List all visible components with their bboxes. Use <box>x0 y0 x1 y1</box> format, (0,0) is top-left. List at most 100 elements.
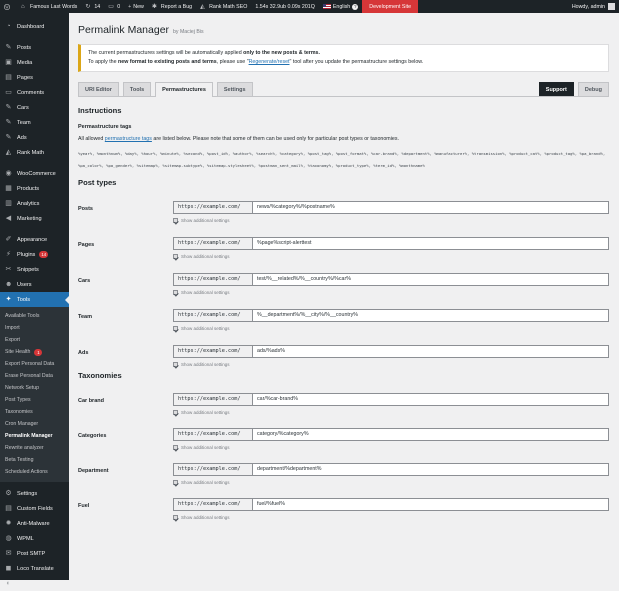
submenu-item-permalink-manager[interactable]: Permalink Manager <box>0 430 69 442</box>
sidebar-item-dashboard[interactable]: ◔ Dashboard <box>0 19 69 34</box>
instructions-text-part: are listed below. Please note that some … <box>151 136 399 142</box>
sidebar-item-team[interactable]: ✎ Team <box>0 115 69 130</box>
sidebar-item-wpml[interactable]: ◍ WPML <box>0 531 69 546</box>
language-switcher[interactable]: English ? <box>319 0 362 13</box>
submenu-item-scheduled-actions[interactable]: Scheduled Actions <box>0 466 69 478</box>
updates-link[interactable]: ↻ 14 <box>81 0 104 13</box>
sidebar-item-marketing[interactable]: ◀ Marketing <box>0 211 69 226</box>
permastructure-tag: %author% <box>232 151 252 156</box>
permastructure-tags-link[interactable]: permastructure tags <box>105 136 152 142</box>
sidebar-item-posts[interactable]: ✎ Posts <box>0 40 69 55</box>
show-additional-settings-label: Show additional settings <box>181 515 230 520</box>
sidebar-item-loco-translate[interactable]: ◼ Loco Translate <box>0 561 69 576</box>
submenu-item-export-personal-data[interactable]: Export Personal Data <box>0 358 69 370</box>
plugin-author: by Maciej Bis <box>173 29 204 35</box>
sidebar-item-appearance[interactable]: ✐ Appearance <box>0 232 69 247</box>
show-additional-settings-toggle[interactable]: Show additional settings <box>173 254 609 259</box>
sidebar-item-snippets[interactable]: ✂ Snippets <box>0 262 69 277</box>
submenu-item-post-types[interactable]: Post Types <box>0 394 69 406</box>
show-additional-settings-toggle[interactable]: Show additional settings <box>173 362 609 367</box>
tab-settings[interactable]: Settings <box>216 82 253 96</box>
tab-uri-editor[interactable]: URI Editor <box>78 82 119 96</box>
permastructure-input-cars[interactable]: test/%__related%/%__country%/%car% <box>252 273 609 286</box>
sidebar-item-custom-fields[interactable]: ▤ Custom Fields <box>0 501 69 516</box>
collapse-icon: ◐ <box>6 580 11 587</box>
url-prefix: https://example.com/ <box>173 237 252 250</box>
submenu-item-import[interactable]: Import <box>0 322 69 334</box>
submenu-item-site-health[interactable]: Site Health 1 <box>0 346 69 358</box>
sidebar-item-rank-math[interactable]: ◭ Rank Math <box>0 145 69 160</box>
sidebar-item-products[interactable]: ▦ Products <box>0 181 69 196</box>
sidebar-item-anti-malware[interactable]: ✹ Anti-Malware <box>0 516 69 531</box>
show-additional-settings-toggle[interactable]: Show additional settings <box>173 480 609 485</box>
regenerate-reset-link[interactable]: Regenerate/reset <box>249 59 290 65</box>
submenu-item-taxonomies[interactable]: Taxonomies <box>0 406 69 418</box>
tab-support[interactable]: Support <box>538 82 574 96</box>
sidebar-item-collapse-menu[interactable]: ◐ Collapse menu <box>0 576 69 591</box>
site-name-link[interactable]: ⌂ Famous Last Words <box>17 0 81 13</box>
show-additional-settings-toggle[interactable]: Show additional settings <box>173 515 609 520</box>
sidebar-item-media[interactable]: ▣ Media <box>0 55 69 70</box>
tab-tools[interactable]: Tools <box>122 82 152 96</box>
sidebar-item-tools[interactable]: ✦ Tools <box>0 292 69 307</box>
development-site-badge[interactable]: Development Site <box>362 0 419 13</box>
tab-permastructures[interactable]: Permastructures <box>155 82 213 97</box>
row-field: https://example.com/news/%category%/%pos… <box>173 201 609 223</box>
sidebar-item-cars[interactable]: ✎ Cars <box>0 100 69 115</box>
permastructure-input-car-brand[interactable]: car/%car-brand% <box>252 393 609 406</box>
permastructure-input-team[interactable]: %__department%/%__city%/%__country% <box>252 309 609 322</box>
rank-math-icon: ◭ <box>200 3 205 10</box>
submenu-item-erase-personal-data[interactable]: Erase Personal Data <box>0 370 69 382</box>
rank-math-link[interactable]: ◭ Rank Math SEO <box>196 0 251 13</box>
sidebar-item-ads[interactable]: ✎ Ads <box>0 130 69 145</box>
submenu-item-network-setup[interactable]: Network Setup <box>0 382 69 394</box>
submenu-item-cron-manager[interactable]: Cron Manager <box>0 418 69 430</box>
permastructure-input-department[interactable]: department/%department% <box>252 463 609 476</box>
post-types-heading: Post types <box>78 178 117 187</box>
permastructure-input-categories[interactable]: category/%category% <box>252 428 609 441</box>
permastructure-tag: %monthnum% <box>96 151 121 156</box>
show-additional-settings-toggle[interactable]: Show additional settings <box>173 290 609 295</box>
wp-logo-button[interactable]: W <box>0 0 17 13</box>
show-additional-settings-toggle[interactable]: Show additional settings <box>173 410 609 415</box>
sidebar-item-woocommerce[interactable]: ◉ WooCommerce <box>0 166 69 181</box>
show-additional-settings-toggle[interactable]: Show additional settings <box>173 445 609 450</box>
show-additional-settings-toggle[interactable]: Show additional settings <box>173 218 609 223</box>
notice-text: The current permastructures settings wil… <box>88 50 244 56</box>
my-account-link[interactable]: Howdy, admin <box>568 0 619 13</box>
submenu-item-beta-testing[interactable]: Beta Testing <box>0 454 69 466</box>
query-monitor-link[interactable]: 1.54s 32.9ub 0.09s 201Q <box>251 0 319 13</box>
sidebar-item-label: Custom Fields <box>17 505 53 512</box>
sidebar-item-comments[interactable]: ▭ Comments <box>0 85 69 100</box>
submenu-item-export[interactable]: Export <box>0 334 69 346</box>
permastructure-input-ads[interactable]: ads/%ads% <box>252 345 609 358</box>
sidebar-item-label: Marketing <box>17 215 42 222</box>
taxonomies-heading: Taxonomies <box>78 371 122 380</box>
permastructure-input-posts[interactable]: news/%category%/%postname% <box>252 201 609 214</box>
sidebar-item-post-smtp[interactable]: ✉ Post SMTP <box>0 546 69 561</box>
howdy-label: Howdy, admin <box>571 3 605 10</box>
sidebar-item-analytics[interactable]: ▥ Analytics <box>0 196 69 211</box>
comments-link[interactable]: ▭ 0 <box>104 0 124 13</box>
permastructure-tag: %hour% <box>141 151 156 156</box>
report-bug-link[interactable]: ✱ Report a Bug <box>148 0 196 13</box>
permastructure-input-fuel[interactable]: fuel/%fuel% <box>252 498 609 511</box>
sidebar-item-settings[interactable]: ⚙ Settings <box>0 486 69 501</box>
permastructure-tag: %post_id% <box>206 151 228 156</box>
row-field: https://example.com/category/%category% S… <box>173 428 609 450</box>
custom-fields-icon: ▤ <box>5 505 12 512</box>
show-additional-settings-label: Show additional settings <box>181 410 230 415</box>
show-additional-settings-toggle[interactable]: Show additional settings <box>173 326 609 331</box>
sidebar-item-users[interactable]: ☻ Users <box>0 277 69 292</box>
sidebar-item-plugins[interactable]: ⚡ Plugins 14 <box>0 247 69 262</box>
submenu-item-rewrite-analyzer[interactable]: Rewrite analyzer <box>0 442 69 454</box>
permastructure-input-pages[interactable]: %page%script-alerttest <box>252 237 609 250</box>
tab-debug[interactable]: Debug <box>577 82 609 96</box>
sidebar-item-pages[interactable]: ▤ Pages <box>0 70 69 85</box>
permastructure-input-group: https://example.com/news/%category%/%pos… <box>173 201 609 214</box>
users-icon: ☻ <box>5 281 13 288</box>
submenu-item-available-tools[interactable]: Available Tools <box>0 310 69 322</box>
permastructure-row-posts: Posts https://example.com/news/%category%… <box>78 201 609 223</box>
new-content-link[interactable]: + New <box>124 0 148 13</box>
instructions-heading: Instructions <box>78 106 122 115</box>
